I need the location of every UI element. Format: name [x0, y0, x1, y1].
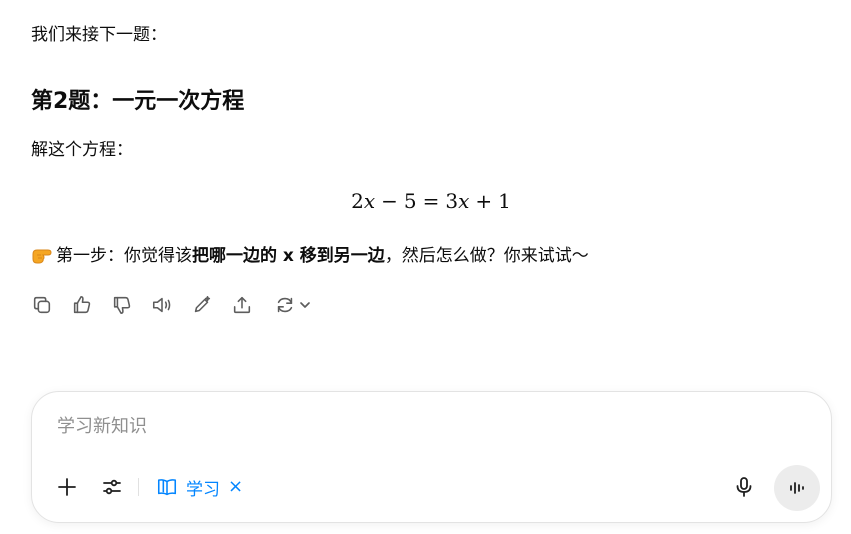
voice-mode-button[interactable]	[774, 465, 820, 511]
message-intro: 我们来接下一题：	[31, 25, 167, 45]
equation-right-const: 1	[498, 189, 511, 213]
share-icon	[233, 296, 251, 314]
sliders-icon	[103, 479, 121, 495]
pointing-hand-icon	[32, 249, 52, 264]
question-heading: 第2题：一元一次方程	[31, 89, 245, 114]
thumbs-down-button[interactable]	[110, 293, 134, 317]
equation-equals: =	[422, 189, 440, 213]
plus-icon	[58, 478, 76, 496]
equation: 2x −5 = 3x +1	[0, 186, 851, 216]
composer: 学习新知识 学习 ×	[31, 391, 832, 523]
microphone-icon	[736, 477, 752, 497]
regenerate-icon	[277, 297, 292, 313]
share-button[interactable]	[230, 293, 254, 317]
copy-button[interactable]	[30, 293, 54, 317]
divider	[138, 478, 139, 496]
instruction-text: 解这个方程：	[31, 140, 133, 160]
thumbs-down-icon	[113, 296, 131, 315]
step-bold: 把哪一边的 x 移到另一边	[192, 246, 385, 266]
equation-left-const: 5	[403, 189, 417, 213]
edit-button[interactable]	[190, 293, 214, 317]
edit-icon	[194, 295, 211, 313]
equation-plus: +	[475, 189, 493, 213]
thumbs-up-button[interactable]	[70, 293, 94, 317]
equation-left-coef: 2	[351, 189, 364, 213]
message-actions	[30, 293, 330, 317]
equation-minus: −	[381, 189, 398, 213]
read-aloud-icon	[152, 297, 171, 313]
step-hint: 第一步：你觉得该把哪一边的 x 移到另一边，然后怎么做？你来试试～	[31, 242, 589, 270]
tools-button[interactable]	[97, 472, 127, 502]
equation-right-coef: 3	[445, 189, 459, 213]
read-aloud-button[interactable]	[150, 293, 174, 317]
microphone-button[interactable]	[729, 472, 759, 502]
step-prefix: 第一步：你觉得该	[56, 246, 192, 266]
chevron-down-icon	[299, 302, 310, 308]
composer-input[interactable]: 学习新知识	[57, 414, 147, 440]
study-mode-chip[interactable]: 学习 ×	[156, 472, 243, 502]
thumbs-up-icon	[73, 295, 91, 314]
waveform-icon	[790, 482, 804, 494]
chip-label: 学习	[186, 479, 220, 500]
chip-close-icon[interactable]: ×	[228, 478, 243, 496]
regenerate-button[interactable]	[270, 293, 314, 317]
add-button[interactable]	[52, 472, 82, 502]
book-icon	[157, 479, 177, 496]
copy-icon	[33, 296, 51, 314]
equation-right-var: x	[458, 189, 470, 213]
step-suffix: ，然后怎么做？你来试试～	[384, 246, 589, 266]
equation-left-var: x	[363, 189, 376, 213]
